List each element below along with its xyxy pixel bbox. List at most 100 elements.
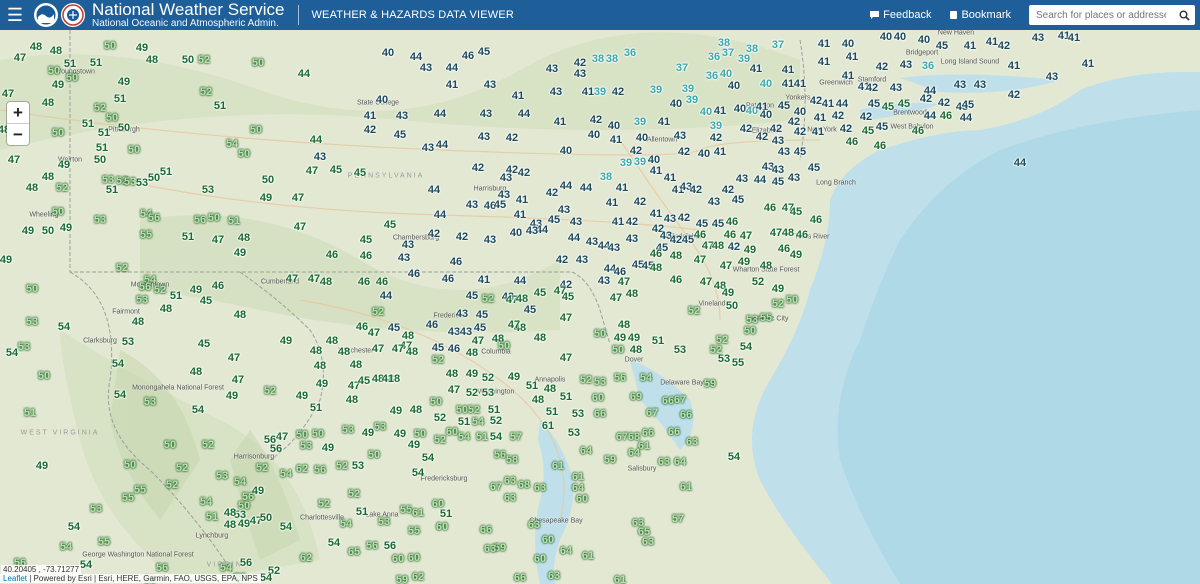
temperature-marker[interactable]: 66 bbox=[642, 427, 654, 439]
temperature-marker[interactable]: 60 bbox=[392, 553, 404, 565]
temperature-marker[interactable]: 54 bbox=[260, 572, 272, 584]
temperature-marker[interactable]: 52 bbox=[466, 387, 478, 399]
temperature-marker[interactable]: 52 bbox=[202, 439, 214, 451]
temperature-marker[interactable]: 54 bbox=[490, 431, 502, 443]
temperature-marker[interactable]: 42 bbox=[998, 40, 1010, 52]
temperature-marker[interactable]: 45 bbox=[876, 121, 888, 133]
temperature-marker[interactable]: 67 bbox=[490, 481, 502, 493]
temperature-marker[interactable]: 40 bbox=[918, 34, 930, 46]
temperature-marker[interactable]: 45 bbox=[548, 214, 560, 226]
temperature-marker[interactable]: 60 bbox=[534, 553, 546, 565]
temperature-marker[interactable]: 50 bbox=[430, 396, 442, 408]
temperature-marker[interactable]: 43 bbox=[626, 233, 638, 245]
temperature-marker[interactable]: 52 bbox=[372, 306, 384, 318]
temperature-marker[interactable]: 43 bbox=[608, 242, 620, 254]
temperature-marker[interactable]: 41 bbox=[554, 116, 566, 128]
temperature-marker[interactable]: 43 bbox=[664, 213, 676, 225]
temperature-marker[interactable]: 49 bbox=[58, 159, 70, 171]
temperature-marker[interactable]: 42 bbox=[506, 132, 518, 144]
temperature-marker[interactable]: 50 bbox=[498, 340, 510, 352]
temperature-marker[interactable]: 45 bbox=[384, 219, 396, 231]
temperature-marker[interactable]: 41 bbox=[582, 86, 594, 98]
temperature-marker[interactable]: 55 bbox=[760, 312, 772, 324]
temperature-marker[interactable]: 52 bbox=[688, 305, 700, 317]
temperature-marker[interactable]: 48 bbox=[532, 394, 544, 406]
temperature-marker[interactable]: 51 bbox=[114, 93, 126, 105]
temperature-marker[interactable]: 47 bbox=[610, 292, 622, 304]
temperature-marker[interactable]: 50 bbox=[42, 225, 54, 237]
temperature-marker[interactable]: 61 bbox=[542, 420, 554, 432]
temperature-marker[interactable]: 47 bbox=[700, 276, 712, 288]
temperature-marker[interactable]: 41 bbox=[812, 126, 824, 138]
temperature-marker[interactable]: 43 bbox=[420, 62, 432, 74]
temperature-marker[interactable]: 63 bbox=[686, 436, 698, 448]
temperature-marker[interactable]: 49 bbox=[136, 42, 148, 54]
temperature-marker[interactable]: 57 bbox=[510, 431, 522, 443]
temperature-marker[interactable]: 45 bbox=[732, 194, 744, 206]
temperature-marker[interactable]: 48 bbox=[238, 232, 250, 244]
temperature-marker[interactable]: 42 bbox=[876, 61, 888, 73]
temperature-marker[interactable]: 42 bbox=[612, 86, 624, 98]
temperature-marker[interactable]: 67 bbox=[674, 394, 686, 406]
temperature-marker[interactable]: 50 bbox=[48, 65, 60, 77]
temperature-marker[interactable]: 46 bbox=[462, 50, 474, 62]
temperature-marker[interactable]: 53 bbox=[124, 176, 136, 188]
temperature-marker[interactable]: 53 bbox=[300, 440, 312, 452]
temperature-marker[interactable]: 65 bbox=[348, 546, 360, 558]
temperature-marker[interactable]: 61 bbox=[582, 550, 594, 562]
temperature-marker[interactable]: 47 bbox=[770, 227, 782, 239]
temperature-marker[interactable]: 60 bbox=[436, 521, 448, 533]
temperature-marker[interactable]: 41 bbox=[814, 112, 826, 124]
temperature-marker[interactable]: 46 bbox=[356, 321, 368, 333]
temperature-marker[interactable]: 64 bbox=[560, 545, 572, 557]
temperature-marker[interactable]: 42 bbox=[920, 93, 932, 105]
temperature-marker[interactable]: 47 bbox=[372, 343, 384, 355]
temperature-marker[interactable]: 52 bbox=[490, 415, 502, 427]
temperature-marker[interactable]: 42 bbox=[634, 196, 646, 208]
temperature-marker[interactable]: 49 bbox=[260, 192, 272, 204]
temperature-marker[interactable]: 44 bbox=[436, 139, 448, 151]
temperature-marker[interactable]: 47 bbox=[308, 273, 320, 285]
temperature-marker[interactable]: 42 bbox=[472, 162, 484, 174]
temperature-marker[interactable]: 40 bbox=[720, 68, 732, 80]
temperature-marker[interactable]: 48 bbox=[544, 383, 556, 395]
temperature-marker[interactable]: 36 bbox=[706, 70, 718, 82]
temperature-marker[interactable]: 54 bbox=[6, 347, 18, 359]
temperature-marker[interactable]: 52 bbox=[318, 498, 330, 510]
temperature-marker[interactable]: 53 bbox=[378, 516, 390, 528]
temperature-marker[interactable]: 47 bbox=[14, 52, 26, 64]
temperature-marker[interactable]: 52 bbox=[432, 354, 444, 366]
temperature-marker[interactable]: 59 bbox=[604, 454, 616, 466]
temperature-marker[interactable]: 43 bbox=[900, 59, 912, 71]
temperature-marker[interactable]: 48 bbox=[630, 344, 642, 356]
temperature-marker[interactable]: 49 bbox=[394, 428, 406, 440]
temperature-marker[interactable]: 40 bbox=[894, 31, 906, 43]
temperature-marker[interactable]: 43 bbox=[598, 275, 610, 287]
temperature-marker[interactable]: 43 bbox=[466, 199, 478, 211]
temperature-marker[interactable]: 48 bbox=[346, 394, 358, 406]
temperature-marker[interactable]: 43 bbox=[570, 216, 582, 228]
temperature-marker[interactable]: 44 bbox=[518, 108, 530, 120]
temperature-marker[interactable]: 45 bbox=[790, 206, 802, 218]
temperature-marker[interactable]: 54 bbox=[740, 341, 752, 353]
temperature-marker[interactable]: 67 bbox=[616, 431, 628, 443]
temperature-marker[interactable]: 44 bbox=[924, 110, 936, 122]
temperature-marker[interactable]: 64 bbox=[674, 456, 686, 468]
temperature-marker[interactable]: 50 bbox=[148, 172, 160, 184]
temperature-marker[interactable]: 46 bbox=[376, 276, 388, 288]
temperature-marker[interactable]: 48 bbox=[760, 260, 772, 272]
temperature-marker[interactable]: 40 bbox=[760, 78, 772, 90]
temperature-marker[interactable]: 53 bbox=[568, 427, 580, 439]
temperature-marker[interactable]: 41 bbox=[846, 51, 858, 63]
temperature-marker[interactable]: 47 bbox=[560, 312, 572, 324]
temperature-marker[interactable]: 52 bbox=[256, 462, 268, 474]
temperature-marker[interactable]: 41 bbox=[822, 98, 834, 110]
temperature-marker[interactable]: 60 bbox=[542, 534, 554, 546]
temperature-marker[interactable]: 50 bbox=[124, 459, 136, 471]
temperature-marker[interactable]: 47 bbox=[228, 352, 240, 364]
temperature-marker[interactable]: 46 bbox=[212, 280, 224, 292]
temperature-marker[interactable]: 43 bbox=[484, 234, 496, 246]
temperature-marker[interactable]: 50 bbox=[164, 439, 176, 451]
temperature-marker[interactable]: 47 bbox=[508, 319, 520, 331]
temperature-marker[interactable]: 54 bbox=[234, 476, 246, 488]
